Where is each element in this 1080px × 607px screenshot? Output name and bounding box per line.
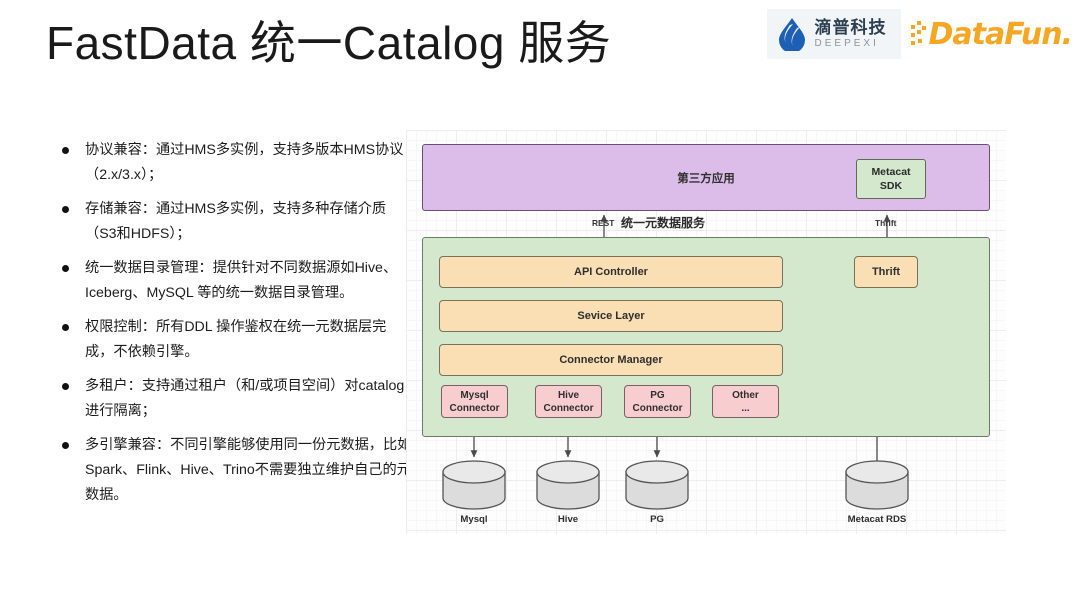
bullet-text: 多引擎兼容：不同引擎能够使用同一份元数据，比如Spark、Flink、Hive、… [85,437,412,503]
metacat-sdk-box: Metacat SDK [856,159,926,199]
list-item: 多引擎兼容：不同引擎能够使用同一份元数据，比如Spark、Flink、Hive、… [62,433,412,508]
service-layer-box: Sevice Layer [439,300,783,332]
datafun-logo: DataFun. [901,16,1073,52]
bullet-text: 协议兼容：通过HMS多实例，支持多版本HMS协议（2.x/3.x）； [85,142,404,183]
bullet-dot-icon [62,206,69,213]
metacat-rds-label: Metacat RDS [847,514,907,525]
mysql-connector-label-line1: Mysql [460,389,489,401]
feature-bullet-list: 协议兼容：通过HMS多实例，支持多版本HMS协议（2.x/3.x）； 存储兼容：… [62,138,412,517]
deepexi-logo: 滴普科技 DEEPEXI [766,9,901,59]
bullet-text: 存储兼容：通过HMS多实例，支持多种存储介质（S3和HDFS）； [85,201,387,242]
connector-manager-box: Connector Manager [439,344,783,376]
other-connector-label-line2: ... [741,402,750,414]
bullet-dot-icon [62,442,69,449]
hive-database-label: Hive [557,514,579,525]
metacat-rds-cylinder: Metacat RDS [844,460,910,525]
mysql-database-cylinder: Mysql [441,460,507,525]
metacat-sdk-label-line2: SDK [879,180,903,192]
hive-database-cylinder: Hive [535,460,601,525]
pg-database-cylinder: PG [624,460,690,525]
thrift-box: Thrift [854,256,918,288]
list-item: 多租户：支持通过租户（和/或项目空间）对catalog进行隔离； [62,374,412,424]
hive-connector-label-line2: Connector [543,402,594,414]
api-controller-box: API Controller [439,256,783,288]
pg-connector-label-line1: PG [650,389,665,401]
hive-connector-box: Hive Connector [535,385,602,418]
bullet-text: 多租户：支持通过租户（和/或项目空间）对catalog进行隔离； [85,378,405,419]
list-item: 协议兼容：通过HMS多实例，支持多版本HMS协议（2.x/3.x）； [62,138,412,188]
mysql-connector-box: Mysql Connector [441,385,508,418]
list-item: 权限控制：所有DDL 操作鉴权在统一元数据层完成，不依赖引擎。 [62,315,412,365]
slide-root: FastData 统一Catalog 服务 滴普科技 DEEPEXI DataF… [0,0,1080,607]
datafun-dots-icon [910,21,927,47]
water-drop-icon [777,17,807,53]
bullet-dot-icon [62,265,69,272]
bullet-text: 权限控制：所有DDL 操作鉴权在统一元数据层完成，不依赖引擎。 [85,319,387,360]
mysql-connector-label-line2: Connector [449,402,500,414]
other-connector-label-line1: Other [732,389,759,401]
metacat-sdk-label-line1: Metacat [871,166,911,178]
deepexi-english-name: DEEPEXI [814,38,879,49]
pg-database-label: PG [650,514,664,525]
third-party-app-panel: 第三方应用 Metacat SDK [422,144,990,211]
architecture-diagram: 第三方应用 Metacat SDK REST Thrift 统一元数据服务 AP… [406,130,1006,534]
bullet-dot-icon [62,147,69,154]
thrift-arrow-label: Thrift [875,218,897,228]
pg-connector-box: PG Connector [624,385,691,418]
list-item: 存储兼容：通过HMS多实例，支持多种存储介质（S3和HDFS）； [62,197,412,247]
deepexi-wordmark: 滴普科技 DEEPEXI [815,19,887,49]
bullet-dot-icon [62,383,69,390]
bullet-text: 统一数据目录管理：提供针对不同数据源如Hive、Iceberg、MySQL 等的… [85,260,398,301]
logo-zone: 滴普科技 DEEPEXI DataFun. [766,8,1073,60]
list-item: 统一数据目录管理：提供针对不同数据源如Hive、Iceberg、MySQL 等的… [62,256,412,306]
mysql-database-label: Mysql [460,514,488,525]
hive-connector-label-line1: Hive [557,389,580,401]
bullet-dot-icon [62,324,69,331]
other-connector-box: Other ... [712,385,779,418]
datafun-wordmark: DataFun. [928,16,1073,52]
page-title: FastData 统一Catalog 服务 [46,17,612,69]
unified-metadata-service-label: 统一元数据服务 [621,216,706,230]
pg-connector-label-line2: Connector [632,402,683,414]
rest-arrow-label: REST [592,218,615,228]
deepexi-chinese-name: 滴普科技 [814,18,887,37]
